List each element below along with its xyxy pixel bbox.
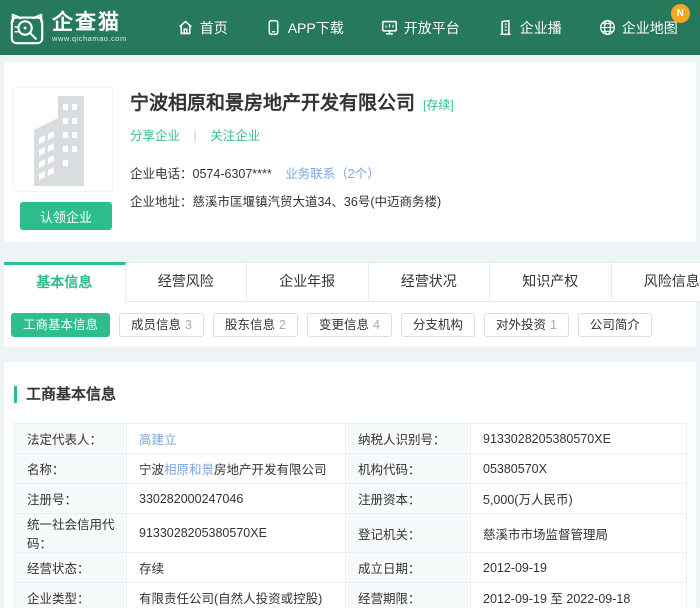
label-taxpayer-id: 纳税人识别号：	[346, 424, 471, 454]
nav-item-company-map[interactable]: 企业地图 N	[599, 18, 678, 38]
section-title: 工商基本信息	[14, 386, 696, 403]
main-tab-bar: 基本信息 经营风险 企业年报 经营状况 知识产权 风险信息	[4, 262, 696, 302]
label-registration-authority: 登记机关：	[346, 514, 471, 553]
nav-label-qiyebo: 企业播	[520, 18, 562, 38]
label-operating-status: 经营状态：	[15, 553, 127, 583]
claim-company-button[interactable]: 认领企业	[20, 202, 112, 230]
link-separator: |	[194, 129, 197, 143]
shareholders-count: 2	[279, 318, 286, 332]
company-name-value: 宁波相原和景房地产开发有限公司	[127, 454, 346, 484]
follow-company-link[interactable]: 关注企业	[210, 129, 260, 143]
top-navbar: 企查猫 www.qichamao.com 首页	[0, 0, 700, 55]
changes-count: 4	[373, 318, 380, 332]
org-code-value: 05380570X	[471, 454, 687, 484]
table-row: 法定代表人： 高建立 纳税人识别号： 9133028205380570XE	[15, 424, 687, 454]
tab-basic-info[interactable]: 基本信息	[4, 262, 126, 302]
subtab-outbound-investment[interactable]: 对外投资1	[484, 313, 569, 337]
tab-operating-risk[interactable]: 经营风险	[126, 262, 248, 302]
site-logo[interactable]: 企查猫 www.qichamao.com	[8, 9, 127, 47]
legal-representative-link[interactable]: 高建立	[139, 433, 177, 447]
logo-name: 企查猫	[52, 12, 127, 34]
label-company-type: 企业类型：	[15, 583, 127, 608]
table-row: 企业类型： 有限责任公司(自然人投资或控股) 经营期限： 2012-09-19 …	[15, 583, 687, 608]
cat-logo-icon	[8, 9, 46, 47]
members-count: 3	[185, 318, 192, 332]
nav-item-home[interactable]: 首页	[177, 18, 228, 38]
nav-label-home: 首页	[200, 18, 228, 38]
subtab-business-basic-info[interactable]: 工商基本信息	[11, 313, 110, 337]
registration-authority-value: 慈溪市市场监督管理局	[471, 514, 687, 553]
tab-intellectual-property[interactable]: 知识产权	[490, 262, 612, 302]
globe-icon	[599, 19, 622, 36]
nav-label-app-download: APP下载	[288, 18, 344, 38]
phone-icon	[265, 19, 288, 36]
subtab-shareholders[interactable]: 股东信息2	[213, 313, 298, 337]
table-row: 经营状态： 存续 成立日期： 2012-09-19	[15, 553, 687, 583]
nav-menu: 首页 APP下载 开放	[177, 18, 700, 38]
investment-count: 1	[550, 318, 557, 332]
address-value: 慈溪市匡堰镇汽贸大道34、36号(中迈商务楼)	[193, 195, 442, 209]
table-row: 名称： 宁波相原和景房地产开发有限公司 机构代码： 05380570X	[15, 454, 687, 484]
table-row: 统一社会信用代码： 9133028205380570XE 登记机关： 慈溪市市场…	[15, 514, 687, 553]
label-establishment-date: 成立日期：	[346, 553, 471, 583]
subtab-branches[interactable]: 分支机构	[401, 313, 475, 337]
operating-period-value: 2012-09-19 至 2022-09-18	[471, 583, 687, 608]
tab-operating-status[interactable]: 经营状况	[369, 262, 491, 302]
registration-number-value: 330282000247046	[127, 484, 346, 514]
highlighted-keyword: 相原和景	[164, 463, 214, 477]
nav-label-open-platform: 开放平台	[404, 18, 460, 38]
company-building-image	[13, 87, 113, 192]
label-operating-period: 经营期限：	[346, 583, 471, 608]
business-info-section: 工商基本信息 法定代表人： 高建立 纳税人识别号： 91330282053805…	[4, 362, 696, 608]
page: 企查猫 www.qichamao.com 首页	[0, 0, 700, 608]
sub-tab-bar: 工商基本信息 成员信息3 股东信息2 变更信息4 分支机构 对外投资1 公司简介	[4, 302, 696, 347]
operating-status-value: 存续	[127, 553, 346, 583]
company-type-value: 有限责任公司(自然人投资或控股)	[127, 583, 346, 608]
company-header-card: 认领企业 宁波相原和景房地产开发有限公司 [存续] 分享企业 | 关注企业 企业…	[4, 62, 696, 242]
building-icon	[497, 19, 520, 36]
company-name: 宁波相原和景房地产开发有限公司	[130, 88, 415, 115]
subtab-members[interactable]: 成员信息3	[119, 313, 204, 337]
tab-risk-info[interactable]: 风险信息	[612, 262, 700, 302]
nav-item-app-download[interactable]: APP下载	[265, 18, 344, 38]
registered-capital-value: 5,000(万人民币)	[471, 484, 687, 514]
phone-label: 企业电话：	[130, 167, 193, 181]
share-company-link[interactable]: 分享企业	[130, 129, 180, 143]
label-org-code: 机构代码：	[346, 454, 471, 484]
subtab-company-profile[interactable]: 公司简介	[578, 313, 652, 337]
subtab-changes[interactable]: 变更信息4	[307, 313, 392, 337]
nav-item-open-platform[interactable]: 开放平台	[381, 18, 460, 38]
label-registration-number: 注册号：	[15, 484, 127, 514]
nav-label-company-map: 企业地图	[622, 18, 678, 38]
label-legal-representative: 法定代表人：	[15, 424, 127, 454]
establishment-date-value: 2012-09-19	[471, 553, 687, 583]
taxpayer-id-value: 9133028205380570XE	[471, 424, 687, 454]
logo-url: www.qichamao.com	[52, 34, 127, 43]
monitor-icon	[381, 19, 404, 36]
tab-annual-report[interactable]: 企业年报	[247, 262, 369, 302]
status-badge: [存续]	[423, 96, 454, 113]
home-icon	[177, 19, 200, 36]
label-registered-capital: 注册资本：	[346, 484, 471, 514]
new-badge: N	[671, 4, 690, 23]
address-label: 企业地址：	[130, 195, 193, 209]
unified-credit-code-value: 9133028205380570XE	[127, 514, 346, 553]
label-unified-credit-code: 统一社会信用代码：	[15, 514, 127, 553]
table-row: 注册号： 330282000247046 注册资本： 5,000(万人民币)	[15, 484, 687, 514]
phone-value: 0574-6307****	[193, 167, 272, 181]
nav-item-qiyebo[interactable]: 企业播	[497, 18, 562, 38]
business-contact-link[interactable]: 业务联系（2个）	[285, 167, 379, 181]
label-company-name: 名称：	[15, 454, 127, 484]
business-info-table: 法定代表人： 高建立 纳税人识别号： 9133028205380570XE 名称…	[14, 423, 687, 608]
